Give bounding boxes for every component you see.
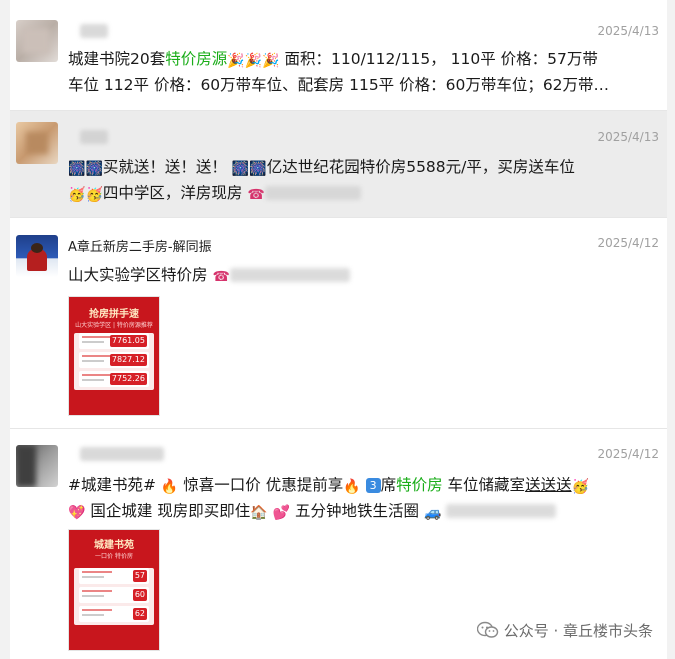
post-text: #城建书苑# 🔥 惊喜一口价 优惠提前享🔥 3 席特价房 车位储藏室送送送🥳 xyxy=(68,472,661,500)
post-text-part: 城建书院20套 xyxy=(68,50,166,68)
post-date: 2025/4/13 xyxy=(597,24,659,38)
poster-row: 7761.05 xyxy=(79,333,149,349)
poster-price: 60 xyxy=(132,589,147,601)
author-name-blurred xyxy=(80,24,108,38)
post-text-part: 送送送 xyxy=(525,476,572,494)
avatar[interactable] xyxy=(16,235,58,277)
post-text: 城建书院20套特价房源🎉🎉🎉 面积：110/112/115， 110平 价格：5… xyxy=(68,46,661,74)
phone-icon: ☎ xyxy=(212,269,230,285)
poster-title: 城建书苑 xyxy=(94,540,134,551)
author-name-blurred xyxy=(80,130,108,144)
poster-row: 57 xyxy=(79,568,149,584)
post-text-part: 四中学区，洋房现房 xyxy=(102,184,243,202)
post-date: 2025/4/13 xyxy=(597,130,659,144)
watermark-text: 公众号 · 章丘楼市头条 xyxy=(503,622,653,640)
party-face-icon: 🥳 xyxy=(85,187,103,203)
fireworks-icon: 🎆 xyxy=(249,161,267,177)
poster-price: 7761.05 xyxy=(109,335,147,347)
post-text: 山大实验学区特价房 ☎ xyxy=(68,262,661,290)
post-text-part: 车位储藏室 xyxy=(442,476,526,494)
poster-price: 57 xyxy=(132,570,147,582)
post-image[interactable]: 抢房拼手速 山大实验学区 | 特价房源推荐 7761.05 7827.12 77… xyxy=(68,296,160,416)
poster-row: 60 xyxy=(79,587,149,603)
poster-price-list: 7761.05 7827.12 7752.26 xyxy=(74,333,154,390)
fire-icon: 🔥 xyxy=(160,479,179,495)
poster-title: 抢房拼手速 xyxy=(89,309,139,320)
account-watermark: 公众号 · 章丘楼市头条 xyxy=(476,620,653,643)
post-text-part: 国企城建 现房即买即住 xyxy=(85,502,251,520)
fire-icon: 🔥 xyxy=(343,479,361,495)
right-gutter xyxy=(667,0,675,659)
phone-number-blurred xyxy=(264,186,361,200)
fireworks-icon: 🎆 xyxy=(85,161,103,177)
post-text: 🎆🎆买就送！送！送！ 🎆🎆亿达世纪花园特价房5588元/平，买房送车位 xyxy=(68,154,661,182)
avatar[interactable] xyxy=(16,122,58,164)
poster-price: 62 xyxy=(132,608,147,620)
party-popper-icon: 🎉 xyxy=(262,53,280,69)
poster-price: 7827.12 xyxy=(109,354,147,366)
post-date: 2025/4/12 xyxy=(597,447,659,461)
post-text-line2: 💖 国企城建 现房即买即住🏠 💕 五分钟地铁生活圈 🚙 xyxy=(68,498,661,526)
left-gutter xyxy=(0,0,10,659)
wechat-icon xyxy=(476,621,499,643)
post-text-line2: 🥳🥳四中学区，洋房现房 ☎ xyxy=(68,180,661,208)
post-date: 2025/4/12 xyxy=(597,236,659,250)
poster-subtitle: 一口价 特价房 xyxy=(95,553,133,560)
post-text-part: 席 xyxy=(380,476,397,494)
house-icon: 🏠 xyxy=(250,505,268,521)
number-three-icon: 3 xyxy=(365,478,381,493)
poster-row: 7752.26 xyxy=(79,371,149,387)
keyword-link[interactable]: 特价房 xyxy=(396,476,443,494)
phone-number-blurred xyxy=(229,268,350,282)
sparkling-heart-icon: 💖 xyxy=(68,505,86,521)
poster-row: 62 xyxy=(79,606,149,622)
fireworks-icon: 🎆 xyxy=(68,161,86,177)
fireworks-icon: 🎆 xyxy=(231,161,250,177)
party-face-icon: 🥳 xyxy=(571,479,590,495)
keyword-link[interactable]: 特价房源 xyxy=(165,50,227,68)
poster-subtitle: 山大实验学区 | 特价房源推荐 xyxy=(75,322,153,329)
post-text-part: 亿达世纪花园特价房5588元/平，买房送车位 xyxy=(266,158,575,176)
avatar[interactable] xyxy=(16,20,58,62)
party-popper-icon: 🎉 xyxy=(244,53,263,69)
post-image[interactable]: 城建书苑 一口价 特价房 57 60 62 xyxy=(68,529,160,651)
post-text-part: 山大实验学区特价房 xyxy=(68,266,208,284)
car-icon: 🚙 xyxy=(423,505,442,521)
phone-icon: ☎ xyxy=(247,187,265,203)
poster-row: 7827.12 xyxy=(79,352,149,368)
avatar[interactable] xyxy=(16,445,58,487)
author-name[interactable]: A章丘新房二手房-解同振 xyxy=(68,236,212,255)
post-text-part: 买就送！送！送！ xyxy=(102,158,227,176)
post-text-part: 面积：110/112/115， 110平 价格：57万带 xyxy=(279,50,598,68)
party-popper-icon: 🎉 xyxy=(227,53,245,69)
phone-number-blurred xyxy=(446,504,557,518)
poster-price-list: 57 60 62 xyxy=(74,568,154,625)
party-face-icon: 🥳 xyxy=(68,187,86,203)
author-name-blurred xyxy=(80,447,164,461)
post-text-line2: 车位 112平 价格：60万带车位、配套房 115平 价格：60万带车位；62万… xyxy=(68,76,610,94)
post-text-part: 惊喜一口价 优惠提前享 xyxy=(178,476,344,494)
poster-price: 7752.26 xyxy=(109,373,147,385)
hashtag[interactable]: #城建书苑# xyxy=(68,476,156,494)
post-text-part: 五分钟地铁生活圈 xyxy=(290,502,420,520)
two-hearts-icon: 💕 xyxy=(272,505,291,521)
